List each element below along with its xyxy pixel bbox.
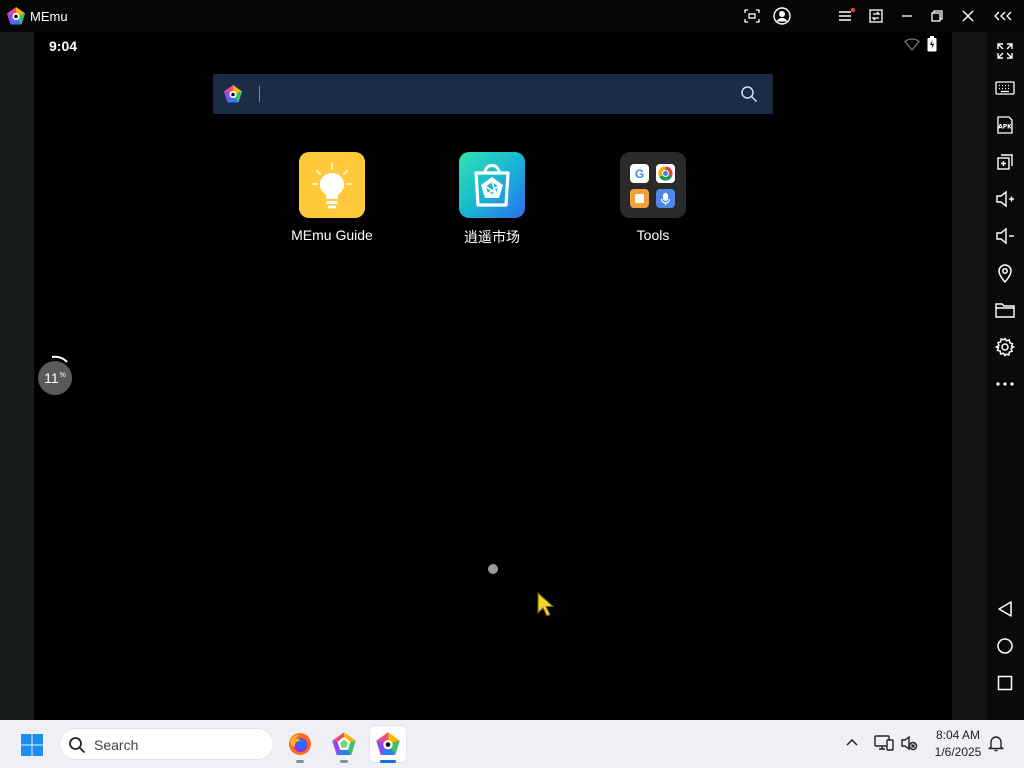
google-icon: G bbox=[630, 164, 649, 183]
restore-icon[interactable] bbox=[926, 6, 948, 26]
files-icon bbox=[630, 189, 649, 208]
memu-multi-taskbar-button[interactable] bbox=[326, 726, 362, 763]
taskbar-search-label: Search bbox=[94, 737, 139, 753]
emulator-toolbar: APK bbox=[986, 32, 1024, 720]
app-label: MEmu Guide bbox=[291, 227, 373, 243]
market-bag-icon bbox=[459, 152, 525, 218]
taskbar-indicator bbox=[340, 760, 348, 763]
home-search-bar[interactable] bbox=[213, 74, 773, 114]
perf-unit: % bbox=[59, 371, 66, 379]
keyboard-icon[interactable] bbox=[993, 76, 1017, 100]
taskbar-date: 1/6/2025 bbox=[934, 745, 982, 759]
back-icon[interactable] bbox=[993, 597, 1017, 621]
memu-search-logo-icon bbox=[223, 84, 243, 104]
taskbar-indicator bbox=[296, 760, 304, 763]
text-caret bbox=[259, 86, 260, 102]
more-icon[interactable] bbox=[993, 372, 1017, 396]
memu-taskbar-button[interactable] bbox=[370, 726, 406, 763]
folder-icon[interactable] bbox=[993, 298, 1017, 322]
svg-text:G: G bbox=[635, 167, 644, 181]
window-title-bar: MEmu bbox=[0, 0, 1024, 32]
left-gutter bbox=[0, 32, 34, 720]
app-label: 逍遥市场 bbox=[464, 229, 520, 245]
collapse-toolbar-icon[interactable] bbox=[992, 6, 1014, 26]
wifi-icon bbox=[904, 36, 920, 52]
apk-icon[interactable]: APK bbox=[993, 113, 1017, 137]
battery-icon bbox=[927, 36, 937, 52]
taskbar-clock[interactable]: 8:04 AM 1/6/2025 bbox=[925, 727, 991, 761]
chevron-up-icon[interactable] bbox=[845, 737, 859, 747]
multi-window-icon[interactable] bbox=[865, 6, 887, 26]
right-gutter bbox=[952, 32, 986, 720]
menu-icon[interactable] bbox=[835, 6, 857, 26]
mouse-cursor-icon bbox=[537, 592, 555, 618]
app-label: Tools bbox=[636, 227, 670, 243]
chrome-icon bbox=[656, 164, 675, 183]
taskbar-time: 8:04 AM bbox=[935, 728, 981, 742]
app-tools-folder[interactable]: G Tools bbox=[593, 152, 713, 243]
volume-down-icon[interactable] bbox=[993, 224, 1017, 248]
location-icon[interactable] bbox=[993, 261, 1017, 285]
search-icon[interactable] bbox=[740, 85, 758, 103]
network-icon[interactable] bbox=[874, 734, 894, 752]
perf-value: 11 bbox=[44, 370, 59, 386]
status-time: 9:04 bbox=[49, 38, 78, 54]
settings-icon[interactable] bbox=[993, 335, 1017, 359]
tools-folder-icon: G bbox=[620, 152, 686, 218]
taskbar-search-box[interactable]: Search bbox=[59, 728, 274, 760]
speaker-muted-icon[interactable] bbox=[900, 734, 918, 752]
performance-badge[interactable]: 11% bbox=[38, 361, 72, 395]
memu-icon bbox=[376, 732, 400, 756]
lightbulb-icon bbox=[299, 152, 365, 218]
search-input[interactable] bbox=[263, 82, 727, 108]
add-window-icon[interactable] bbox=[993, 150, 1017, 174]
firefox-taskbar-button[interactable] bbox=[282, 726, 318, 763]
android-screen[interactable]: 9:04 MEmu Guide 逍遥市场 G Tools bbox=[34, 32, 952, 720]
taskbar-indicator bbox=[380, 760, 396, 763]
apk-text: APK bbox=[998, 124, 1012, 131]
app-memu-guide[interactable]: MEmu Guide bbox=[272, 152, 392, 243]
page-indicator-dot bbox=[488, 564, 498, 574]
search-icon bbox=[68, 736, 86, 754]
account-icon[interactable] bbox=[771, 6, 793, 26]
memu-logo-icon bbox=[6, 6, 26, 26]
memu-multi-icon bbox=[332, 732, 356, 756]
notification-bell-icon[interactable] bbox=[988, 734, 1004, 752]
volume-up-icon[interactable] bbox=[993, 187, 1017, 211]
minimize-icon[interactable] bbox=[896, 6, 918, 26]
recents-icon[interactable] bbox=[993, 671, 1017, 695]
windows-taskbar: Search 8:04 AM 1/6/2025 bbox=[0, 720, 1024, 768]
voice-search-icon bbox=[656, 189, 675, 208]
close-icon[interactable] bbox=[957, 6, 979, 26]
fullscreen-icon[interactable] bbox=[993, 39, 1017, 63]
firefox-icon bbox=[289, 733, 311, 755]
app-market[interactable]: 逍遥市场 bbox=[432, 152, 552, 247]
window-title: MEmu bbox=[30, 9, 68, 24]
screenshot-icon[interactable] bbox=[741, 6, 763, 26]
windows-start-icon[interactable] bbox=[20, 733, 44, 757]
home-icon[interactable] bbox=[993, 634, 1017, 658]
